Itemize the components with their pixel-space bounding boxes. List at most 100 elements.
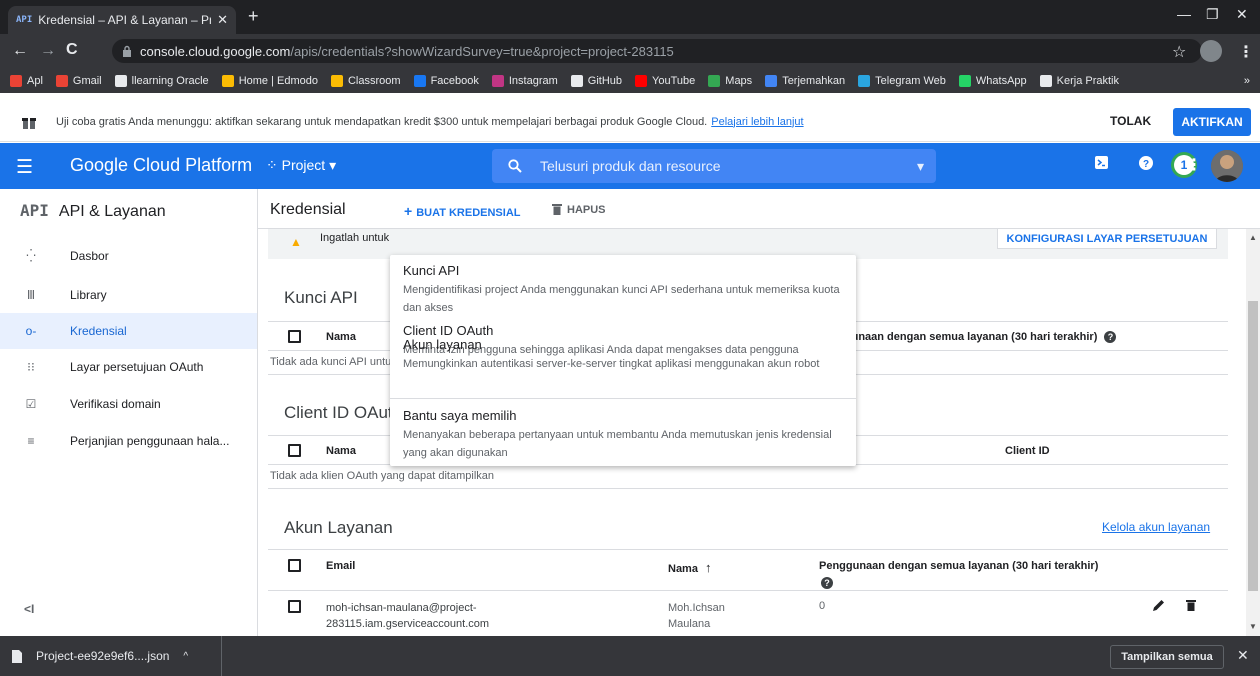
bookmark-item[interactable]: Maps xyxy=(708,74,753,87)
menu-icon[interactable]: ☰ xyxy=(16,156,33,179)
api-logo-icon: API xyxy=(20,201,49,220)
search-dropdown-icon[interactable]: ▾ xyxy=(917,158,924,175)
bookmark-item[interactable]: Facebook xyxy=(413,74,479,87)
scrollbar[interactable]: ▲ ▼ xyxy=(1246,229,1260,636)
bookmarks-more-icon[interactable]: » xyxy=(1244,75,1250,87)
browser-tab-bar: API Kredensial – API & Layanan – Pro ✕ +… xyxy=(0,0,1260,34)
window-close-icon[interactable]: ✕ xyxy=(1236,6,1248,23)
more-menu-icon[interactable]: ⋮ xyxy=(1186,155,1202,175)
select-all-checkbox[interactable] xyxy=(288,330,301,343)
select-all-checkbox[interactable] xyxy=(288,444,301,457)
collapse-sidebar-icon[interactable]: <I xyxy=(24,602,34,616)
bookmark-item[interactable]: YouTube xyxy=(635,74,695,87)
create-credentials-label: BUAT KREDENSIAL xyxy=(416,207,521,219)
cloud-shell-icon[interactable] xyxy=(1095,156,1108,169)
scroll-up-icon[interactable]: ▲ xyxy=(1249,233,1257,242)
trial-banner: Uji coba gratis Anda menunggu: aktifkan … xyxy=(0,102,1260,142)
bookmark-icon xyxy=(114,74,127,87)
bookmark-item[interactable]: GitHub xyxy=(570,74,622,87)
sidebar-item-page-agreement[interactable]: ≡ Perjanjian penggunaan hala... xyxy=(0,423,257,459)
url-field[interactable]: console.cloud.google.com/apis/credential… xyxy=(112,39,1202,63)
chevron-down-icon: ▾ xyxy=(329,157,337,173)
star-icon[interactable]: ☆ xyxy=(1172,42,1186,62)
bookmark-item[interactable]: llearning Oracle xyxy=(114,74,209,87)
menu-item-desc: Mengidentifikasi project Anda menggunaka… xyxy=(403,284,840,314)
menu-item-title: Kunci API xyxy=(403,263,460,278)
bookmark-label: Apl xyxy=(27,74,43,87)
learn-more-link[interactable]: Pelajari lebih lanjut xyxy=(711,116,803,128)
tab-close-icon[interactable]: ✕ xyxy=(217,12,228,28)
bookmark-label: WhatsApp xyxy=(975,74,1027,87)
search-input[interactable]: Telusuri produk dan resource ▾ xyxy=(492,149,936,183)
bookmark-item[interactable]: Telegram Web xyxy=(858,74,946,87)
create-credentials-menu: Kunci API Mengidentifikasi project Anda … xyxy=(390,255,856,466)
column-email: Email xyxy=(326,560,356,572)
project-selector[interactable]: ⁘ Project ▾ xyxy=(266,157,336,174)
sidebar-item-oauth-consent[interactable]: ⁝⁝ Layar persetujuan OAuth xyxy=(0,349,257,385)
show-all-button[interactable]: Tampilkan semua xyxy=(1110,645,1224,669)
warning-text: Ingatlah untuk xyxy=(320,232,390,244)
sidebar-item-label: Kredensial xyxy=(70,324,127,338)
download-item[interactable]: Project-ee92e9ef6....json ^ xyxy=(12,636,222,676)
scroll-down-icon[interactable]: ▼ xyxy=(1249,622,1257,631)
sidebar-item-label: Perjanjian penggunaan hala... xyxy=(70,434,230,448)
column-usage: Penggunaan dengan semua layanan (30 hari… xyxy=(818,331,1117,343)
download-filename: Project-ee92e9ef6....json xyxy=(36,649,170,663)
bookmark-item[interactable]: Home | Edmodo xyxy=(221,74,318,87)
new-tab-icon[interactable]: + xyxy=(248,6,259,27)
scroll-thumb[interactable] xyxy=(1248,301,1258,591)
configure-consent-button[interactable]: KONFIGURASI LAYAR PERSETUJUAN xyxy=(997,229,1217,249)
row-checkbox[interactable] xyxy=(288,600,301,613)
download-bar: Project-ee92e9ef6....json ^ Tampilkan se… xyxy=(0,636,1260,676)
sidebar-item-kredensial[interactable]: o- Kredensial xyxy=(0,313,257,349)
activate-button[interactable]: AKTIFKAN xyxy=(1173,108,1251,136)
bookmark-item[interactable]: Apl xyxy=(10,74,43,87)
menu-item-api-key[interactable]: Kunci API Mengidentifikasi project Anda … xyxy=(403,263,843,317)
sidebar-item-domain-verification[interactable]: ☑ Verifikasi domain xyxy=(0,386,257,422)
forward-icon[interactable]: → xyxy=(40,42,56,60)
page-title: Kredensial xyxy=(270,201,346,218)
bookmark-item[interactable]: Terjemahkan xyxy=(765,74,845,87)
bookmark-item[interactable]: Instagram xyxy=(491,74,558,87)
bookmark-item[interactable]: Gmail xyxy=(55,74,102,87)
sidebar-item-library[interactable]: Ⅲ Library xyxy=(0,277,257,313)
bookmark-label: Maps xyxy=(725,74,753,87)
bookmark-icon xyxy=(570,74,583,87)
plus-icon: + xyxy=(404,203,413,219)
bookmark-label: Home | Edmodo xyxy=(238,74,318,87)
gcp-header: ☰ Google Cloud Platform ⁘ Project ▾ Telu… xyxy=(0,143,1260,189)
manage-service-accounts-link[interactable]: Kelola akun layanan xyxy=(1102,520,1210,534)
browser-menu-icon[interactable]: ⋮ xyxy=(1238,42,1254,62)
bookmark-item[interactable]: Classroom xyxy=(330,74,401,87)
menu-item-service-account[interactable]: Akun layanan Memungkinkan autentikasi se… xyxy=(403,337,843,373)
select-all-checkbox[interactable] xyxy=(288,559,301,572)
help-icon[interactable]: ? xyxy=(1139,156,1153,170)
app-title[interactable]: Google Cloud Platform xyxy=(70,155,252,176)
back-icon[interactable]: ← xyxy=(12,42,28,60)
delete-icon[interactable] xyxy=(1186,599,1196,611)
chevron-up-icon[interactable]: ^ xyxy=(183,651,188,662)
delete-button[interactable]: HAPUS xyxy=(552,203,606,216)
help-icon[interactable]: ? xyxy=(821,577,833,589)
reload-icon[interactable]: C xyxy=(66,41,78,59)
edit-icon[interactable] xyxy=(1153,599,1165,611)
minimize-icon[interactable]: — xyxy=(1177,6,1191,22)
column-name-sort[interactable]: Nama ↑ xyxy=(668,560,712,575)
api-keys-title: Kunci API xyxy=(284,288,358,307)
service-account-name: Moh.Ichsan Maulana xyxy=(668,600,725,632)
account-avatar[interactable] xyxy=(1211,150,1243,182)
profile-avatar[interactable] xyxy=(1200,40,1222,62)
bookmark-item[interactable]: WhatsApp xyxy=(958,74,1027,87)
close-download-bar-icon[interactable]: ✕ xyxy=(1237,647,1249,664)
dismiss-button[interactable]: TOLAK xyxy=(1110,114,1151,128)
sidebar-item-dasbor[interactable]: ⁛ Dasbor xyxy=(0,238,257,274)
bookmark-item[interactable]: Kerja Praktik xyxy=(1039,74,1119,87)
bookmark-icon xyxy=(413,74,426,87)
create-credentials-button[interactable]: + BUAT KREDENSIAL xyxy=(404,203,520,219)
help-icon[interactable]: ? xyxy=(1104,331,1117,343)
svg-text:?: ? xyxy=(1143,159,1149,170)
url-host: console.cloud.google.com xyxy=(140,43,291,59)
menu-item-help-me-choose[interactable]: Bantu saya memilih Menanyakan beberapa p… xyxy=(403,408,843,462)
restore-icon[interactable]: ❐ xyxy=(1206,6,1219,23)
browser-tab[interactable]: API Kredensial – API & Layanan – Pro ✕ xyxy=(8,6,236,34)
